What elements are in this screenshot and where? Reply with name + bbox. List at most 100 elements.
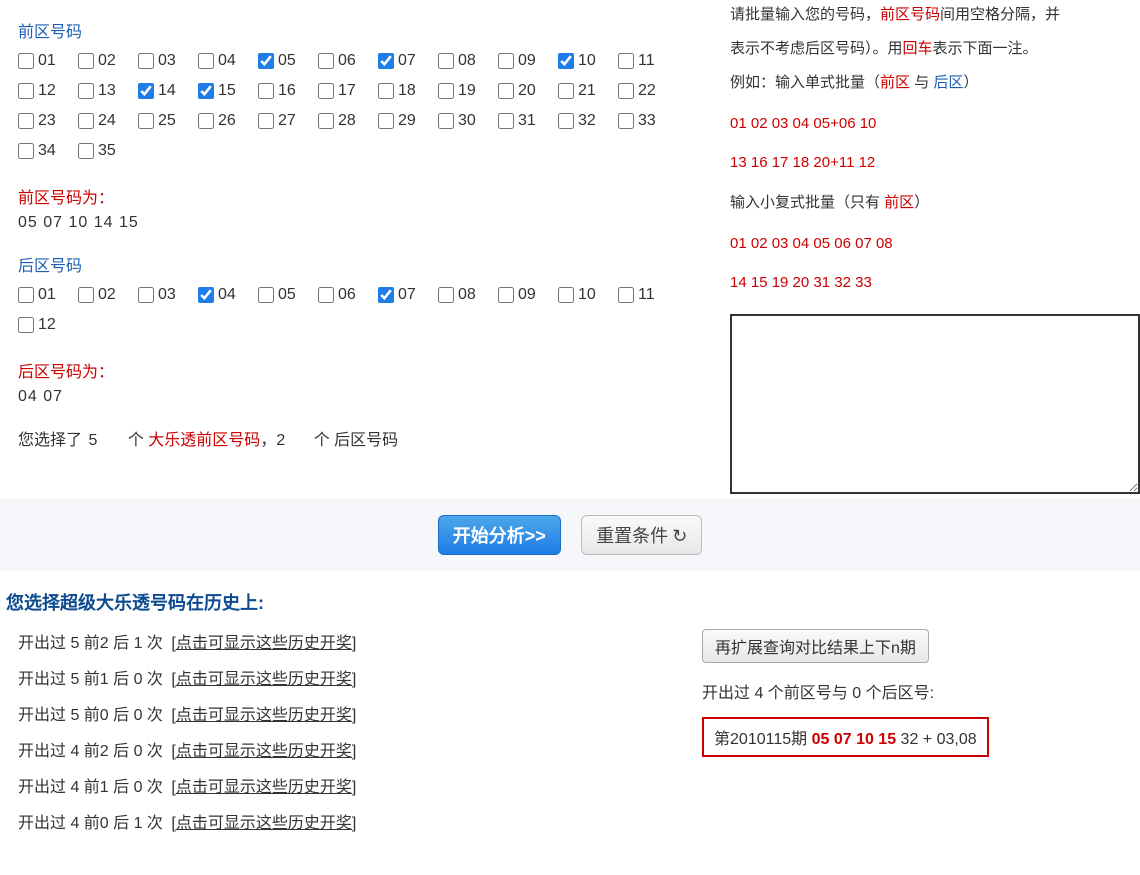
- front-checkbox-22[interactable]: 22: [618, 82, 678, 100]
- front-checkbox-20[interactable]: 20: [498, 82, 558, 100]
- back-checkbox-input-09[interactable]: [498, 287, 514, 303]
- front-checkbox-input-26[interactable]: [198, 113, 214, 129]
- history-show-link[interactable]: [点击可显示这些历史开奖]: [171, 707, 356, 724]
- history-show-link[interactable]: [点击可显示这些历史开奖]: [171, 779, 356, 796]
- front-checkbox-05[interactable]: 05: [258, 52, 318, 70]
- front-checkbox-32[interactable]: 32: [558, 112, 618, 130]
- back-checkbox-input-06[interactable]: [318, 287, 334, 303]
- back-checkbox-03[interactable]: 03: [138, 286, 198, 304]
- back-checkbox-input-12[interactable]: [18, 317, 34, 333]
- back-checkbox-08[interactable]: 08: [438, 286, 498, 304]
- front-checkbox-input-30[interactable]: [438, 113, 454, 129]
- front-checkbox-input-22[interactable]: [618, 83, 634, 99]
- front-checkbox-01[interactable]: 01: [18, 52, 78, 70]
- back-checkbox-07[interactable]: 07: [378, 286, 438, 304]
- front-checkbox-15[interactable]: 15: [198, 82, 258, 100]
- back-checkbox-10[interactable]: 10: [558, 286, 618, 304]
- front-checkbox-input-17[interactable]: [318, 83, 334, 99]
- front-checkbox-input-07[interactable]: [378, 53, 394, 69]
- front-checkbox-13[interactable]: 13: [78, 82, 138, 100]
- back-checkbox-input-03[interactable]: [138, 287, 154, 303]
- history-show-link[interactable]: [点击可显示这些历史开奖]: [171, 635, 356, 652]
- back-checkbox-02[interactable]: 02: [78, 286, 138, 304]
- front-checkbox-16[interactable]: 16: [258, 82, 318, 100]
- front-checkbox-30[interactable]: 30: [438, 112, 498, 130]
- front-checkbox-35[interactable]: 35: [78, 142, 138, 160]
- front-checkbox-input-13[interactable]: [78, 83, 94, 99]
- front-checkbox-input-06[interactable]: [318, 53, 334, 69]
- front-checkbox-input-12[interactable]: [18, 83, 34, 99]
- front-checkbox-29[interactable]: 29: [378, 112, 438, 130]
- back-checkbox-input-08[interactable]: [438, 287, 454, 303]
- front-checkbox-input-27[interactable]: [258, 113, 274, 129]
- history-show-link[interactable]: [点击可显示这些历史开奖]: [171, 815, 356, 832]
- front-checkbox-19[interactable]: 19: [438, 82, 498, 100]
- front-checkbox-input-35[interactable]: [78, 143, 94, 159]
- front-checkbox-input-29[interactable]: [378, 113, 394, 129]
- front-checkbox-23[interactable]: 23: [18, 112, 78, 130]
- front-checkbox-input-23[interactable]: [18, 113, 34, 129]
- front-checkbox-24[interactable]: 24: [78, 112, 138, 130]
- front-checkbox-03[interactable]: 03: [138, 52, 198, 70]
- back-checkbox-01[interactable]: 01: [18, 286, 78, 304]
- front-checkbox-input-33[interactable]: [618, 113, 634, 129]
- back-checkbox-input-01[interactable]: [18, 287, 34, 303]
- front-checkbox-02[interactable]: 02: [78, 52, 138, 70]
- history-show-link[interactable]: [点击可显示这些历史开奖]: [171, 743, 356, 760]
- back-checkbox-05[interactable]: 05: [258, 286, 318, 304]
- front-checkbox-14[interactable]: 14: [138, 82, 198, 100]
- front-checkbox-input-10[interactable]: [558, 53, 574, 69]
- front-checkbox-18[interactable]: 18: [378, 82, 438, 100]
- front-checkbox-input-19[interactable]: [438, 83, 454, 99]
- history-show-link[interactable]: [点击可显示这些历史开奖]: [171, 671, 356, 688]
- front-checkbox-12[interactable]: 12: [18, 82, 78, 100]
- extend-query-button[interactable]: 再扩展查询对比结果上下n期: [702, 629, 929, 663]
- back-checkbox-input-04[interactable]: [198, 287, 214, 303]
- front-checkbox-input-31[interactable]: [498, 113, 514, 129]
- front-checkbox-input-14[interactable]: [138, 83, 154, 99]
- back-checkbox-input-11[interactable]: [618, 287, 634, 303]
- back-checkbox-12[interactable]: 12: [18, 316, 78, 334]
- front-checkbox-input-24[interactable]: [78, 113, 94, 129]
- front-checkbox-input-21[interactable]: [558, 83, 574, 99]
- front-checkbox-input-28[interactable]: [318, 113, 334, 129]
- back-checkbox-input-02[interactable]: [78, 287, 94, 303]
- front-checkbox-input-34[interactable]: [18, 143, 34, 159]
- front-checkbox-06[interactable]: 06: [318, 52, 378, 70]
- front-checkbox-input-02[interactable]: [78, 53, 94, 69]
- front-checkbox-33[interactable]: 33: [618, 112, 678, 130]
- front-checkbox-07[interactable]: 07: [378, 52, 438, 70]
- back-checkbox-11[interactable]: 11: [618, 286, 678, 304]
- back-checkbox-input-10[interactable]: [558, 287, 574, 303]
- front-checkbox-09[interactable]: 09: [498, 52, 558, 70]
- back-checkbox-input-05[interactable]: [258, 287, 274, 303]
- front-checkbox-10[interactable]: 10: [558, 52, 618, 70]
- back-checkbox-04[interactable]: 04: [198, 286, 258, 304]
- back-checkbox-06[interactable]: 06: [318, 286, 378, 304]
- front-checkbox-input-32[interactable]: [558, 113, 574, 129]
- back-checkbox-09[interactable]: 09: [498, 286, 558, 304]
- front-checkbox-input-25[interactable]: [138, 113, 154, 129]
- front-checkbox-input-11[interactable]: [618, 53, 634, 69]
- front-checkbox-31[interactable]: 31: [498, 112, 558, 130]
- front-checkbox-11[interactable]: 11: [618, 52, 678, 70]
- front-checkbox-08[interactable]: 08: [438, 52, 498, 70]
- front-checkbox-input-09[interactable]: [498, 53, 514, 69]
- front-checkbox-04[interactable]: 04: [198, 52, 258, 70]
- front-checkbox-26[interactable]: 26: [198, 112, 258, 130]
- analyze-button[interactable]: 开始分析>>: [438, 515, 561, 555]
- front-checkbox-input-04[interactable]: [198, 53, 214, 69]
- front-checkbox-input-20[interactable]: [498, 83, 514, 99]
- front-checkbox-21[interactable]: 21: [558, 82, 618, 100]
- front-checkbox-input-03[interactable]: [138, 53, 154, 69]
- front-checkbox-input-15[interactable]: [198, 83, 214, 99]
- front-checkbox-input-18[interactable]: [378, 83, 394, 99]
- front-checkbox-25[interactable]: 25: [138, 112, 198, 130]
- back-checkbox-input-07[interactable]: [378, 287, 394, 303]
- front-checkbox-27[interactable]: 27: [258, 112, 318, 130]
- front-checkbox-input-16[interactable]: [258, 83, 274, 99]
- front-checkbox-input-05[interactable]: [258, 53, 274, 69]
- front-checkbox-input-08[interactable]: [438, 53, 454, 69]
- batch-input-textarea[interactable]: [730, 314, 1140, 494]
- reset-button[interactable]: 重置条件↻: [581, 515, 702, 555]
